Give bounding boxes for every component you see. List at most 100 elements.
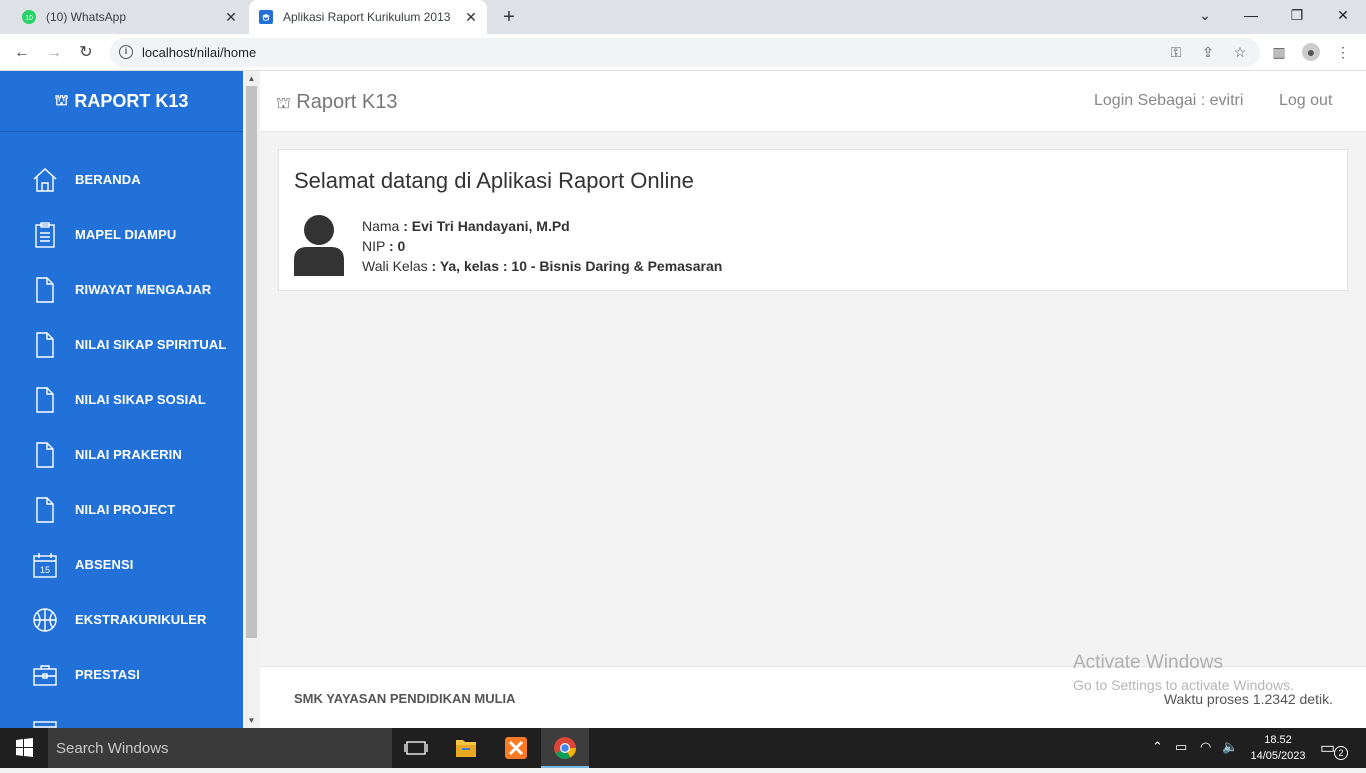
tab-title: Aplikasi Raport Kurikulum 2013 [283,10,451,24]
scroll-up-arrow-icon[interactable]: ▲ [243,71,260,86]
sidebar-item-label: EKSTRAKURIKULER [75,612,207,627]
sidebar-item-label: NILAI SIKAP SPIRITUAL [75,337,227,352]
key-icon[interactable]: ⚿ [1167,43,1185,61]
system-clock[interactable]: 18.52 14/05/2023 [1246,732,1310,764]
folder-icon [456,740,476,757]
document-icon [36,386,54,413]
sidebar-item-label: NILAI PRAKERIN [75,447,182,462]
tab-raport[interactable]: Aplikasi Raport Kurikulum 2013 ✕ [249,0,487,34]
sidebar-item-label: NILAI SIKAP SOSIAL [75,392,206,407]
profile-icon[interactable]: ● [1302,43,1320,61]
bookmark-star-icon[interactable]: ☆ [1231,43,1249,61]
restore-button[interactable]: ❐ [1274,0,1320,30]
show-hidden-icons-icon[interactable]: ⌃ [1152,739,1163,755]
briefcase-icon [33,664,57,686]
tab-search-icon[interactable]: ⌄ [1182,0,1228,30]
minimize-button[interactable]: — [1228,0,1274,30]
sidebar-item-riwayat-mengajar[interactable]: RIWAYAT MENGAJAR [0,262,243,317]
windows-taskbar: Search Windows ⌃ ▭ ◠ 🔈 18.52 14/05/2023 … [0,728,1366,768]
battery-icon[interactable]: ▭ [1175,739,1187,755]
task-view-icon [404,741,428,755]
site-info-icon[interactable]: i [119,45,133,59]
scrollbar-thumb[interactable] [246,86,257,638]
page-title-text: Raport K13 [296,91,398,113]
tab-whatsapp[interactable]: 10 (10) WhatsApp ✕ [0,0,247,34]
menu-kebab-icon[interactable]: ⋮ [1334,43,1352,61]
side-panel-icon[interactable]: ▥ [1270,43,1288,61]
xampp-button[interactable] [492,728,540,768]
windows-logo-icon [16,738,33,757]
sidebar-item-label: PRESTASI [75,667,140,682]
sidebar-item-nilai-prakerin[interactable]: NILAI PRAKERIN [0,427,243,482]
page-title[interactable]: ⛫ Raport K13 [276,91,397,114]
search-placeholder: Search Windows [56,740,169,757]
clock-date: 14/05/2023 [1250,750,1306,762]
taskbar-search[interactable]: Search Windows [48,728,392,768]
document-icon [36,276,54,303]
graduation-cap-icon [259,10,273,24]
new-tab-button[interactable]: + [499,7,519,27]
task-view-button[interactable] [392,728,440,768]
close-tab-icon[interactable]: ✕ [463,9,479,25]
close-tab-icon[interactable]: ✕ [223,9,239,25]
sidebar-item-absensi[interactable]: 15 ABSENSI [0,537,243,592]
sidebar-item-label: MAPEL DIAMPU [75,227,177,242]
volume-icon[interactable]: 🔈 [1222,739,1238,755]
sidebar-item-mapel-diampu[interactable]: MAPEL DIAMPU [0,207,243,262]
address-bar[interactable]: i localhost/nilai/home [110,38,1260,67]
info-nama: Nama : Evi Tri Handayani, M.Pd [362,218,570,234]
user-avatar-icon [294,215,344,276]
notification-icon: ▭ [1320,740,1336,757]
nama-label: Nama [362,218,400,234]
welcome-heading: Selamat datang di Aplikasi Raport Online [294,168,694,193]
brand-title: RAPORT K13 [74,90,189,111]
info-nip: NIP : 0 [362,238,405,254]
sidebar-item-label: NILAI PROJECT [75,502,176,517]
sidebar: ⛫ RAPORT K13 BERANDA MAPEL DIAMPU RIWAYA… [0,71,243,728]
chrome-button[interactable] [541,728,589,768]
top-navbar: ⛫ Raport K13 Login Sebagai : evitri Log … [260,71,1366,132]
welcome-panel: Selamat datang di Aplikasi Raport Online… [278,149,1348,291]
notification-count: 2 [1334,746,1348,760]
notification-center-button[interactable]: ▭ 2 [1320,738,1350,760]
sidebar-scrollbar[interactable]: ▲ ▼ [243,71,260,728]
address-toolbar: ← → ↻ i localhost/nilai/home ⚿ ⇪ ☆ ▥ ● ⋮ [0,34,1366,71]
share-icon[interactable]: ⇪ [1199,43,1217,61]
sidebar-item-beranda[interactable]: BERANDA [0,152,243,207]
document-icon [36,441,54,468]
close-window-button[interactable]: ✕ [1320,0,1366,30]
wifi-icon[interactable]: ◠ [1200,739,1211,755]
sidebar-item-label: BERANDA [75,172,141,187]
clock-time: 18.52 [1264,734,1292,746]
document-icon [36,496,54,523]
start-button[interactable] [0,728,48,768]
nama-value: : Evi Tri Handayani, M.Pd [403,218,570,234]
brand-logo[interactable]: ⛫ RAPORT K13 [0,71,243,132]
school-name: SMK YAYASAN PENDIDIKAN MULIA [294,691,516,706]
page-footer: SMK YAYASAN PENDIDIKAN MULIA Waktu prose… [260,666,1366,728]
forward-button[interactable]: → [42,41,66,65]
scroll-down-arrow-icon[interactable]: ▼ [243,713,260,728]
file-explorer-button[interactable] [442,728,490,768]
url-text[interactable]: localhost/nilai/home [142,45,256,60]
login-info[interactable]: Login Sebagai : evitri [1094,92,1243,110]
sidebar-item-nilai-sikap-sosial[interactable]: NILAI SIKAP SOSIAL [0,372,243,427]
xampp-icon [505,737,527,759]
sidebar-menu: BERANDA MAPEL DIAMPU RIWAYAT MENGAJAR NI… [0,132,243,728]
reload-button[interactable]: ↻ [74,41,98,65]
clipboard-icon [35,221,55,248]
home-icon [33,167,57,192]
activate-windows-title: Activate Windows [1073,652,1223,673]
sidebar-item-nilai-sikap-spiritual[interactable]: NILAI SIKAP SPIRITUAL [0,317,243,372]
tab-title: (10) WhatsApp [46,10,127,24]
graduation-cap-icon: ⛫ [276,95,291,112]
chrome-icon [554,737,576,759]
sidebar-item-label: ABSENSI [75,557,134,572]
svg-text:10: 10 [25,15,33,22]
logout-link[interactable]: Log out [1279,92,1332,110]
sidebar-item-prestasi[interactable]: PRESTASI [0,647,243,702]
sidebar-item-nilai-project[interactable]: NILAI PROJECT [0,482,243,537]
back-button[interactable]: ← [10,41,34,65]
sidebar-item-partial[interactable] [0,702,243,728]
sidebar-item-ekstrakurikuler[interactable]: EKSTRAKURIKULER [0,592,243,647]
